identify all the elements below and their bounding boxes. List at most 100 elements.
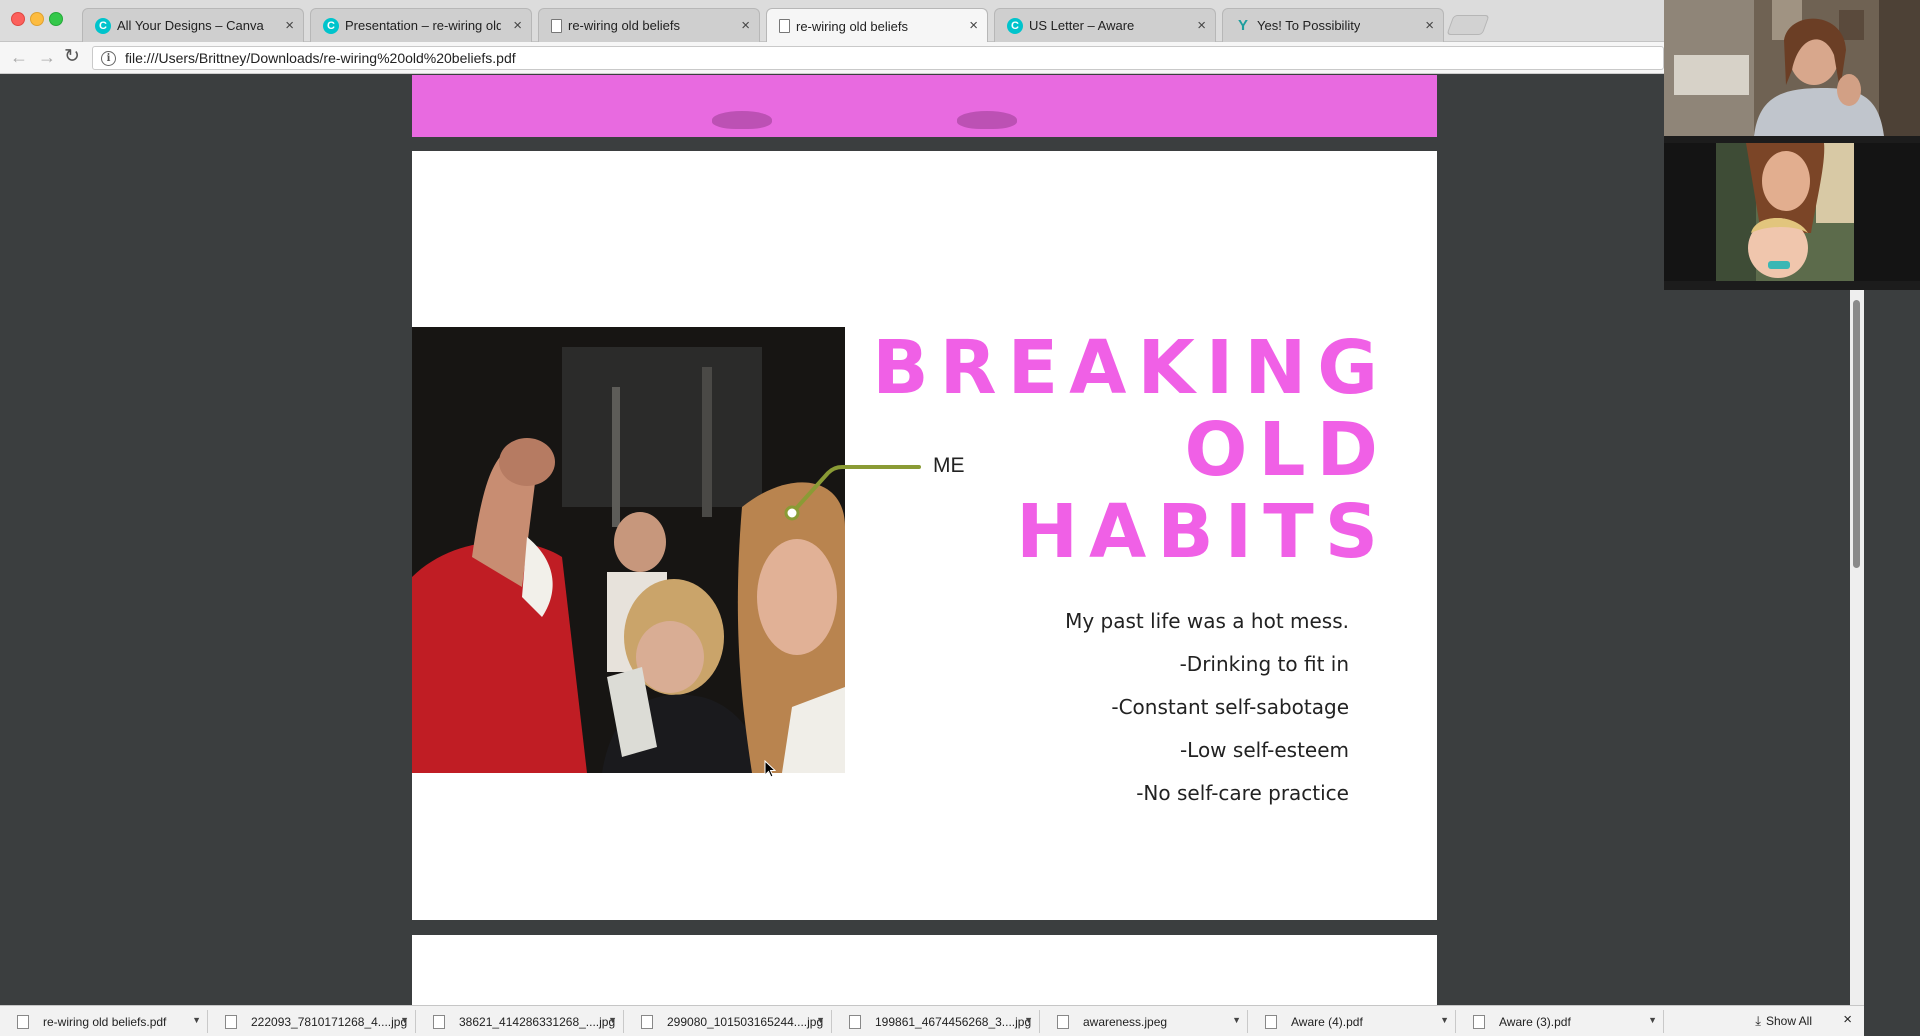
canva-icon: C <box>1007 17 1023 34</box>
tab-us-letter-aware[interactable]: C US Letter – Aware × <box>994 8 1216 42</box>
chevron-down-icon[interactable]: ▼ <box>1440 1015 1449 1025</box>
party-photo-image <box>412 327 845 773</box>
download-item[interactable]: awareness.jpeg ▼ <box>1043 1010 1248 1033</box>
video-call-panel <box>1664 0 1920 290</box>
pdf-viewer[interactable]: ME BREAKING OLD HABITS My past life was … <box>0 75 1864 1005</box>
shoe-image <box>712 111 772 129</box>
chevron-down-icon[interactable]: ▼ <box>400 1015 409 1025</box>
back-arrow-icon[interactable]: ← <box>10 47 28 68</box>
title-line: OLD <box>1184 407 1389 493</box>
chevron-down-icon[interactable]: ▼ <box>816 1015 825 1025</box>
scrollbar-thumb[interactable] <box>1853 300 1860 568</box>
download-filename[interactable]: re-wiring old beliefs.pdf <box>43 1015 166 1029</box>
tab-title: Yes! To Possibility <box>1257 18 1361 33</box>
video-tile-participant[interactable] <box>1664 143 1920 281</box>
forward-arrow-icon[interactable]: → <box>38 47 56 68</box>
close-icon[interactable]: × <box>741 17 750 34</box>
chevron-down-icon[interactable]: ▼ <box>608 1015 617 1025</box>
chevron-down-icon[interactable]: ▼ <box>1024 1015 1033 1025</box>
participant-photo <box>1716 143 1854 281</box>
file-icon <box>1265 1014 1277 1029</box>
chevron-down-icon[interactable]: ▼ <box>1648 1015 1657 1025</box>
close-icon[interactable]: × <box>1843 1011 1852 1028</box>
file-icon <box>433 1014 445 1029</box>
download-arrow-icon: ⤓ <box>1755 1013 1761 1028</box>
download-filename[interactable]: 299080_101503165244....jpg <box>667 1015 823 1029</box>
chevron-down-icon[interactable]: ▼ <box>1232 1015 1241 1025</box>
body-line: My past life was a hot mess. <box>1065 609 1349 633</box>
previous-slide <box>412 75 1437 137</box>
file-icon <box>225 1014 237 1029</box>
close-icon[interactable]: × <box>285 17 294 34</box>
canva-icon: C <box>323 17 339 34</box>
toolbar: ← → ↻ i file:///Users/Brittney/Downloads… <box>0 42 1664 74</box>
close-window-button[interactable] <box>11 12 25 26</box>
tab-title: re-wiring old beliefs <box>796 18 908 34</box>
download-filename[interactable]: Aware (3).pdf <box>1499 1015 1571 1029</box>
callout-dot <box>784 505 800 521</box>
shoe-image <box>957 111 1017 129</box>
download-filename[interactable]: 38621_414286331268_....jpg <box>459 1015 615 1029</box>
slide-page: ME BREAKING OLD HABITS My past life was … <box>412 151 1437 920</box>
tab-title: US Letter – Aware <box>1029 18 1135 33</box>
title-line: HABITS <box>1016 489 1389 575</box>
new-tab-button[interactable] <box>1446 15 1490 35</box>
video-tile-presenter[interactable] <box>1664 0 1920 136</box>
canva-icon: C <box>95 17 111 34</box>
show-all-button[interactable]: ⤓ Show All <box>1755 1013 1812 1029</box>
participant-video <box>1716 143 1854 281</box>
y-icon: Y <box>1237 17 1248 34</box>
zoom-window-button[interactable] <box>49 12 63 26</box>
minimize-window-button[interactable] <box>30 12 44 26</box>
document-icon <box>779 19 790 33</box>
tab-rewiring-old-beliefs-active[interactable]: re-wiring old beliefs × <box>766 8 988 43</box>
download-item[interactable]: 38621_414286331268_....jpg ▼ <box>419 1010 624 1033</box>
download-item[interactable]: re-wiring old beliefs.pdf ▼ <box>3 1010 208 1033</box>
tab-title: All Your Designs – Canva <box>117 18 264 33</box>
download-filename[interactable]: Aware (4).pdf <box>1291 1015 1363 1029</box>
download-item[interactable]: Aware (3).pdf ▼ <box>1459 1010 1664 1033</box>
tab-presentation[interactable]: C Presentation – re-wiring old be × <box>310 8 532 42</box>
file-icon <box>641 1014 653 1029</box>
tab-title: re-wiring old beliefs <box>568 18 680 33</box>
tab-title: Presentation – re-wiring old be <box>345 18 501 33</box>
vertical-scrollbar[interactable] <box>1850 290 1864 1005</box>
presenter-video <box>1664 0 1920 136</box>
file-icon <box>849 1014 861 1029</box>
body-line: -Constant self-sabotage <box>1111 695 1349 719</box>
file-icon <box>17 1014 29 1029</box>
file-icon <box>1057 1014 1069 1029</box>
tab-all-your-designs[interactable]: C All Your Designs – Canva × <box>82 8 304 42</box>
reload-icon[interactable]: ↻ <box>64 45 80 68</box>
download-filename[interactable]: 222093_7810171268_4....jpg <box>251 1015 407 1029</box>
body-line: -No self-care practice <box>1136 781 1349 805</box>
tab-yes-to-possibility[interactable]: Y Yes! To Possibility × <box>1222 8 1444 42</box>
next-slide <box>412 935 1437 1005</box>
party-photo <box>412 327 845 773</box>
tab-rewiring-old-beliefs[interactable]: re-wiring old beliefs × <box>538 8 760 42</box>
close-icon[interactable]: × <box>1197 17 1206 34</box>
download-item[interactable]: 222093_7810171268_4....jpg ▼ <box>211 1010 416 1033</box>
close-icon[interactable]: × <box>513 17 522 34</box>
tab-strip: C All Your Designs – Canva × C Presentat… <box>0 0 1664 43</box>
document-icon <box>551 18 562 33</box>
info-icon[interactable]: i <box>101 50 116 66</box>
mouse-cursor-icon <box>764 760 776 778</box>
address-text[interactable]: file:///Users/Brittney/Downloads/re-wiri… <box>125 50 516 66</box>
body-line: -Drinking to fit in <box>1179 652 1349 676</box>
download-filename[interactable]: 199861_4674456268_3....jpg <box>875 1015 1031 1029</box>
download-filename[interactable]: awareness.jpeg <box>1083 1015 1167 1029</box>
address-bar[interactable]: i file:///Users/Brittney/Downloads/re-wi… <box>92 46 1664 70</box>
title-line: BREAKING <box>872 325 1389 411</box>
close-icon[interactable]: × <box>969 17 978 34</box>
download-item[interactable]: 199861_4674456268_3....jpg ▼ <box>835 1010 1040 1033</box>
download-item[interactable]: Aware (4).pdf ▼ <box>1251 1010 1456 1033</box>
close-icon[interactable]: × <box>1425 17 1434 34</box>
show-all-label[interactable]: Show All <box>1766 1014 1812 1028</box>
file-icon <box>1473 1014 1485 1029</box>
slide-title: BREAKING OLD HABITS <box>872 327 1389 573</box>
chevron-down-icon[interactable]: ▼ <box>192 1015 201 1025</box>
download-shelf: re-wiring old beliefs.pdf ▼ 222093_78101… <box>0 1005 1864 1036</box>
download-item[interactable]: 299080_101503165244....jpg ▼ <box>627 1010 832 1033</box>
slide-body: My past life was a hot mess. -Drinking t… <box>1065 606 1349 821</box>
